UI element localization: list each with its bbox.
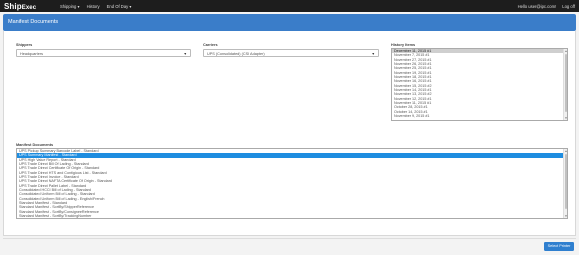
history-items-label: History Items xyxy=(391,43,416,47)
page-title-bar: Manifest Documents xyxy=(3,14,576,31)
nav-shipping[interactable]: Shipping ▾ xyxy=(60,4,80,9)
nav-history[interactable]: History xyxy=(87,4,100,9)
logo-suffix: Exec xyxy=(21,4,37,11)
chevron-down-icon: ▼ xyxy=(371,52,375,56)
shippers-label: Shippers xyxy=(16,43,33,47)
top-navbar: ShipExec Shipping ▾ History End Of Day ▾… xyxy=(0,0,579,12)
carriers-label: Carriers xyxy=(203,43,218,47)
scroll-up-icon[interactable]: ▲ xyxy=(564,49,568,53)
scroll-thumb[interactable] xyxy=(564,154,567,209)
manifest-documents-label: Manifest Documents xyxy=(16,143,54,147)
logout-link[interactable]: Log off xyxy=(562,4,575,9)
scroll-down-icon[interactable]: ▼ xyxy=(564,116,568,120)
logo-main: Ship xyxy=(4,1,22,11)
main-nav: Shipping ▾ History End Of Day ▾ xyxy=(60,4,132,9)
page-title: Manifest Documents xyxy=(8,19,59,25)
history-items-list[interactable]: December 11, 2015 #1 November 7, 2015 #1 N… xyxy=(391,48,568,121)
main-panel: Shippers Headquarters ▼ Carriers UPS (Co… xyxy=(3,31,576,236)
chevron-down-icon: ▼ xyxy=(183,52,187,56)
scroll-thumb[interactable] xyxy=(564,54,567,112)
select-printer-button[interactable]: Select Printer xyxy=(544,242,574,251)
user-greeting[interactable]: Hello user@ipc.com! xyxy=(518,4,557,9)
scroll-up-icon[interactable]: ▲ xyxy=(564,149,568,153)
manifest-documents-list[interactable]: UPS Pickup Summary Barcode Label - Stand… xyxy=(16,148,568,219)
scroll-down-icon[interactable]: ▼ xyxy=(564,214,568,218)
manifest-list-item[interactable]: Standard Manifest - SortBy/TrackingNumbe… xyxy=(17,214,567,218)
manifest-scrollbar[interactable]: ▲ ▼ xyxy=(563,149,567,218)
footer-divider xyxy=(3,238,576,239)
history-scrollbar[interactable]: ▲ ▼ xyxy=(563,49,567,120)
user-area: Hello user@ipc.com! Log off xyxy=(518,4,575,9)
app-logo[interactable]: ShipExec xyxy=(4,2,36,11)
shippers-select[interactable]: Headquarters ▼ xyxy=(16,49,191,57)
history-list-item[interactable]: November 9, 2015 #1 xyxy=(392,114,567,118)
carriers-value: UPS (Consolidated) (CSI Adapter) xyxy=(207,51,265,56)
nav-end-of-day[interactable]: End Of Day ▾ xyxy=(107,4,132,9)
carriers-select[interactable]: UPS (Consolidated) (CSI Adapter) ▼ xyxy=(203,49,379,57)
shippers-value: Headquarters xyxy=(20,51,44,56)
